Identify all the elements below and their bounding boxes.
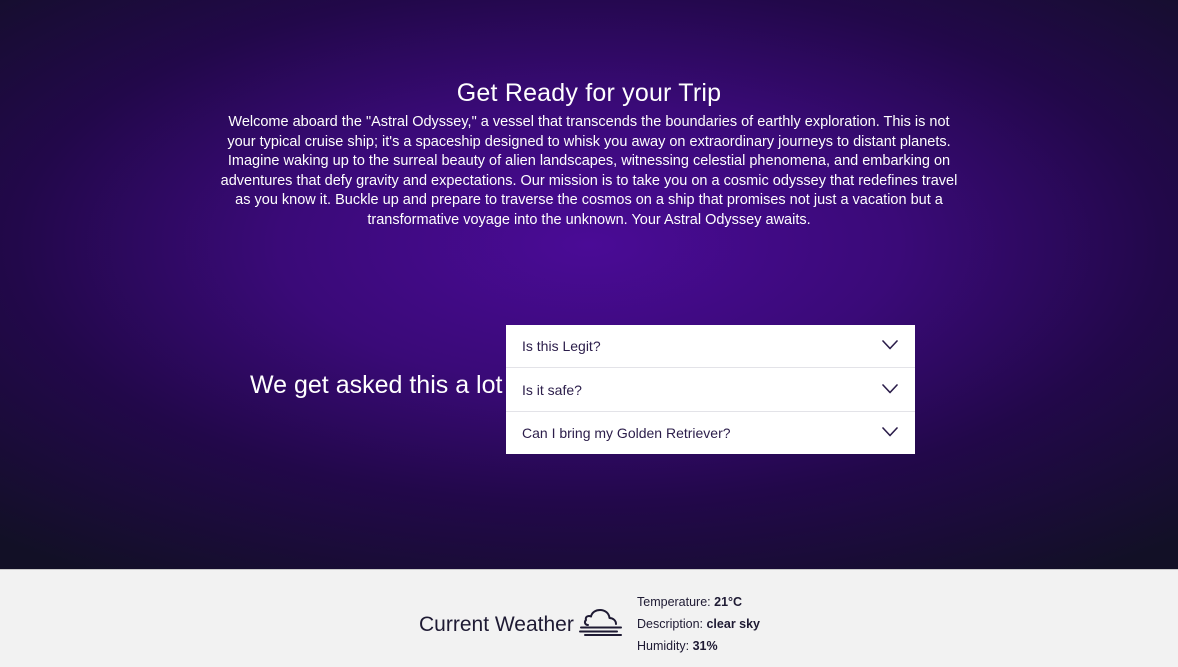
weather-description: Description: clear sky (637, 613, 760, 635)
description-value: clear sky (706, 617, 761, 631)
faq-question: Can I bring my Golden Retriever? (522, 425, 731, 441)
temperature-label: Temperature: (637, 595, 711, 609)
weather-humidity: Humidity: 31% (637, 635, 760, 657)
humidity-value: 31% (692, 639, 718, 653)
faq-question: Is this Legit? (522, 338, 601, 354)
faq-item-legit[interactable]: Is this Legit? (506, 325, 915, 368)
weather-title: Current Weather (419, 613, 574, 636)
faq-question: Is it safe? (522, 381, 582, 398)
faq-heading: We get asked this a lot (250, 371, 503, 399)
faq-accordion: Is this Legit? Is it safe? Can I bring m… (506, 325, 915, 454)
fog-cloud-icon (579, 609, 622, 636)
weather-footer: Current Weather Temperature: 21°C Descri… (0, 569, 1178, 667)
faq-item-golden-retriever[interactable]: Can I bring my Golden Retriever? (506, 412, 915, 454)
chevron-down-icon (882, 427, 898, 437)
humidity-label: Humidity: (637, 639, 690, 653)
intro-paragraph: Welcome aboard the "Astral Odyssey," a v… (220, 114, 958, 228)
description-label: Description: (637, 617, 703, 631)
hero-section: Get Ready for your Trip Welcome aboard t… (0, 0, 1178, 569)
chevron-down-icon (882, 340, 898, 350)
weather-temperature: Temperature: 21°C (637, 591, 760, 613)
weather-details: Temperature: 21°C Description: clear sky… (637, 591, 760, 657)
faq-item-safe[interactable]: Is it safe? (506, 368, 915, 412)
chevron-down-icon (882, 383, 898, 393)
temperature-value: 21°C (714, 595, 743, 609)
page-title: Get Ready for your Trip (456, 79, 722, 107)
